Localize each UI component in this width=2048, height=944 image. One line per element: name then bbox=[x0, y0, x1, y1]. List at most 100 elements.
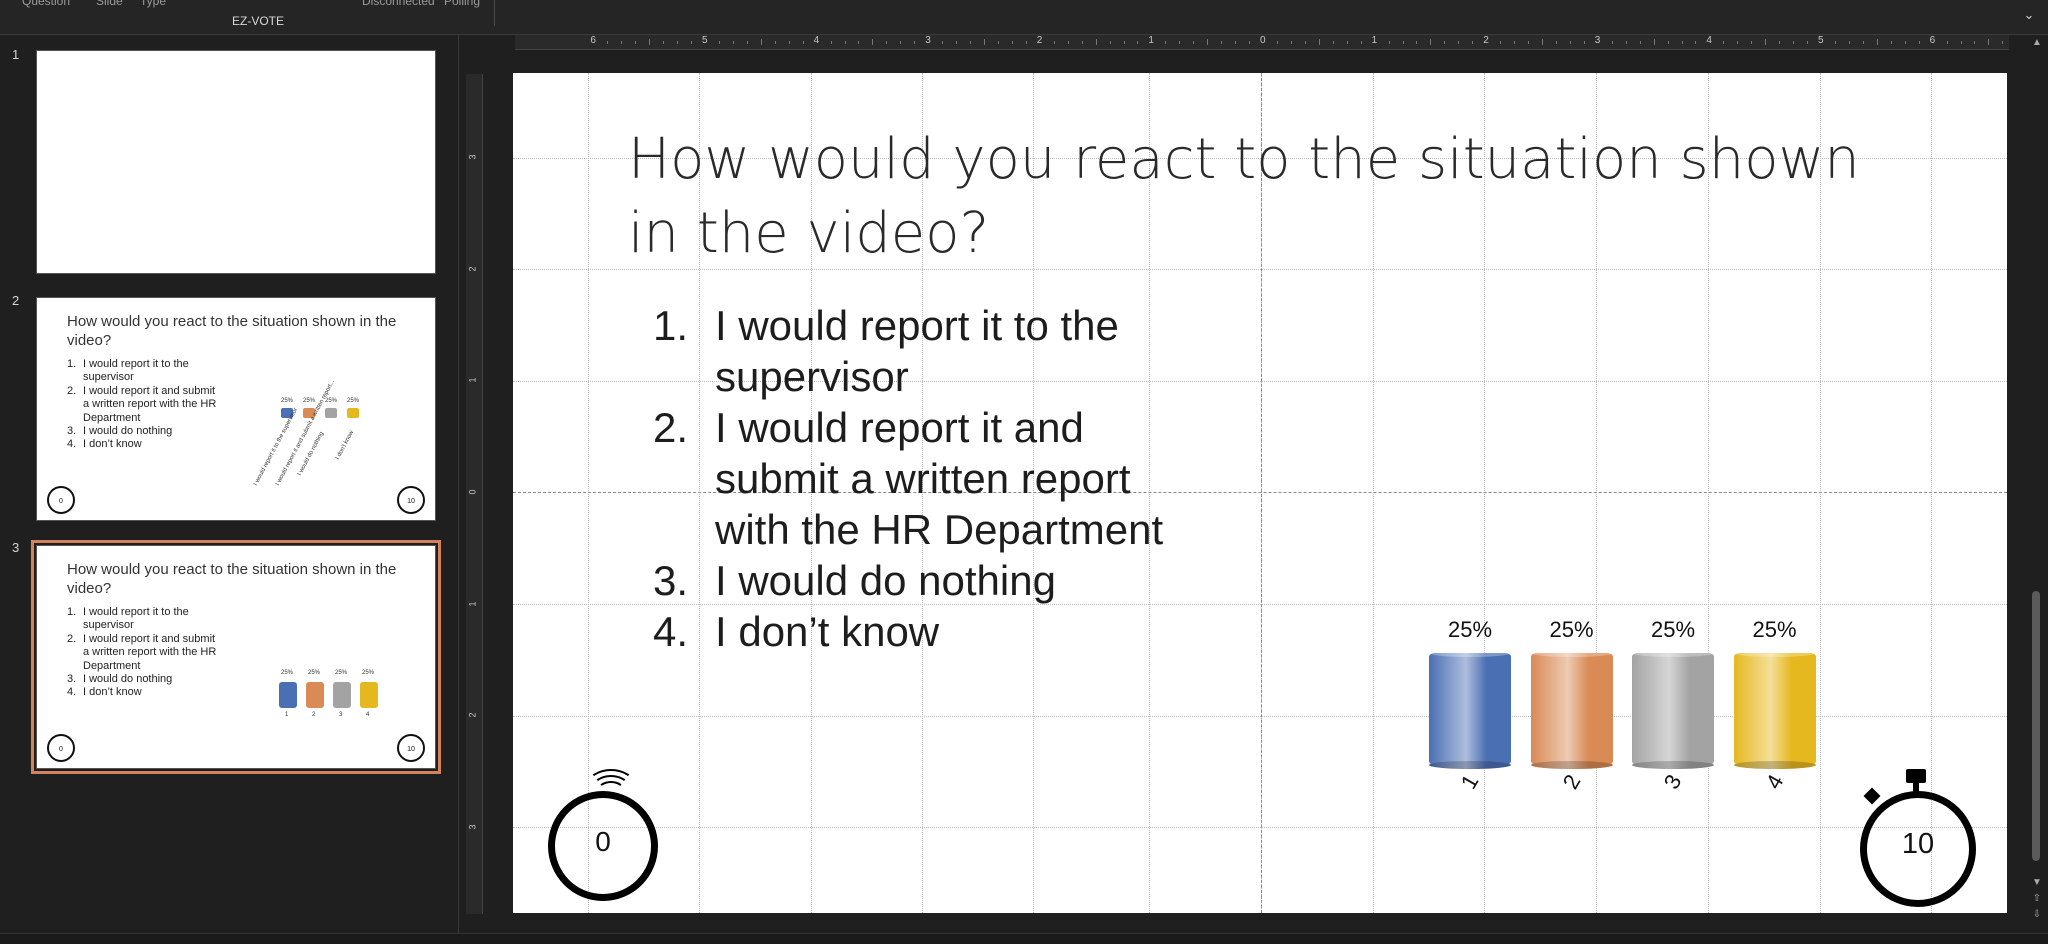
ruler-tick bbox=[1193, 41, 1195, 44]
thumbnail-list: 1. I would report it to the supervisor 2.… bbox=[67, 606, 217, 700]
thumbnail-bar bbox=[279, 682, 297, 708]
slide-thumbnail-1[interactable] bbox=[36, 50, 436, 274]
vertical-scrollbar[interactable]: ▲ ▼ ⇧ ⇩ bbox=[2028, 35, 2048, 933]
thumbnail-title: How would you react to the situation sho… bbox=[67, 313, 397, 349]
slide-thumbnail-2[interactable]: How would you react to the situation sho… bbox=[36, 297, 436, 521]
thumbnail-bar-label: 3 bbox=[339, 712, 343, 718]
list-item: 4. I don’t know bbox=[67, 438, 142, 451]
ruler-tick bbox=[1067, 41, 1069, 44]
ruler-tick bbox=[1569, 41, 1571, 44]
ruler-tick bbox=[1011, 41, 1013, 44]
ribbon-slide-label[interactable]: Slide bbox=[96, 0, 123, 8]
ruler-tick bbox=[1583, 41, 1585, 44]
ribbon: Question Slide Type Disconnected Polling… bbox=[0, 0, 2048, 35]
ruler-tick bbox=[760, 39, 762, 45]
ruler-tick bbox=[1318, 39, 1320, 45]
countdown-timer[interactable]: 10 bbox=[1860, 791, 1976, 907]
slide-canvas[interactable]: How would you react to the situation sho… bbox=[513, 73, 2007, 913]
ribbon-question-label[interactable]: Question bbox=[22, 0, 70, 8]
ruler-tick bbox=[1416, 41, 1418, 44]
ruler-tick bbox=[774, 41, 776, 44]
ruler-tick bbox=[872, 39, 874, 45]
scroll-down-icon[interactable]: ▼ bbox=[2031, 877, 2043, 889]
scrollbar-thumb[interactable] bbox=[2032, 591, 2040, 861]
ruler-tick bbox=[1751, 41, 1753, 44]
horizontal-ruler[interactable]: 6 5 4 3 2 1 0 1 2 3 4 5 6 bbox=[515, 35, 2009, 50]
data-label: 25% bbox=[1650, 617, 1696, 642]
thumbnail-bar-label: 1 bbox=[285, 712, 289, 718]
grid-line bbox=[1931, 73, 1932, 913]
slide-thumbnail-3[interactable]: How would you react to the situation sho… bbox=[31, 540, 441, 774]
list-item: 2. I would report it and submit a written… bbox=[67, 384, 217, 424]
ruler-tick bbox=[984, 39, 985, 45]
thumbnail-timer-left: 0 bbox=[47, 486, 75, 514]
bar-4 bbox=[1733, 649, 1816, 765]
next-slide-icon[interactable]: ⇩ bbox=[2031, 909, 2043, 921]
ruler-tick bbox=[1946, 41, 1948, 44]
ruler-tick bbox=[2002, 41, 2004, 44]
ruler-tick bbox=[1834, 41, 1836, 44]
ruler-number: 2 bbox=[467, 266, 478, 272]
answer-list[interactable]: 1. I would report it to the supervisor 2.… bbox=[653, 300, 1173, 657]
ruler-tick bbox=[997, 41, 999, 44]
ruler-tick bbox=[1974, 41, 1976, 44]
ruler-number: 6 bbox=[1929, 35, 1936, 46]
ruler-number: 3 bbox=[467, 824, 478, 830]
stopwatch-button bbox=[1863, 787, 1881, 805]
ribbon-type-label[interactable]: Type bbox=[140, 0, 166, 8]
ribbon-group-label: EZ-VOTE bbox=[232, 14, 285, 28]
slide-title[interactable]: How would you react to the situation sho… bbox=[628, 123, 1928, 271]
ruler-tick bbox=[691, 41, 693, 44]
ruler-tick bbox=[956, 41, 958, 44]
ruler-tick bbox=[1332, 41, 1334, 44]
response-counter[interactable]: 0 bbox=[548, 791, 658, 901]
ruler-number: 2 bbox=[1036, 35, 1043, 46]
ruler-tick bbox=[1653, 39, 1655, 45]
ruler-tick bbox=[746, 41, 748, 44]
thumbnail-bar bbox=[347, 408, 359, 418]
ruler-tick bbox=[1109, 41, 1111, 44]
answer-item: 1. I would report it to the supervisor bbox=[653, 302, 1119, 400]
ruler-tick bbox=[663, 41, 665, 44]
thumbnail-bar bbox=[333, 682, 351, 708]
answer-item: 2. I would report it and submit a written… bbox=[653, 404, 1164, 553]
list-item: 1. I would report it to the supervisor bbox=[67, 606, 189, 632]
ribbon-separator bbox=[494, 0, 495, 26]
ruler-tick bbox=[1235, 41, 1237, 44]
ruler-tick bbox=[1862, 41, 1864, 44]
ruler-number: 5 bbox=[1818, 35, 1824, 46]
answer-item: 3. I would do nothing bbox=[653, 557, 1056, 604]
ruler-tick bbox=[635, 41, 637, 44]
ruler-tick bbox=[649, 39, 651, 45]
slide-thumbnail-pane: 1 2 How would you react to the situation… bbox=[0, 35, 459, 933]
ribbon-polling-label[interactable]: Polling bbox=[444, 0, 480, 8]
ruler-number: 0 bbox=[1260, 35, 1266, 46]
results-chart[interactable]: 25% 1 25% 2 25% 3 25% 4 bbox=[1403, 533, 1843, 803]
ruler-tick bbox=[621, 41, 623, 44]
thumbnail-bar-label: 4 bbox=[366, 712, 370, 718]
ruler-number: 3 bbox=[467, 154, 478, 160]
previous-slide-icon[interactable]: ⇧ bbox=[2031, 893, 2043, 905]
ribbon-collapse-icon[interactable]: ⌄ bbox=[2022, 8, 2036, 22]
countdown-value: 10 bbox=[1901, 828, 1935, 860]
ruler-tick bbox=[1723, 41, 1725, 44]
data-label: 25% bbox=[1549, 617, 1594, 642]
ruler-tick bbox=[1514, 41, 1516, 44]
ruler-tick bbox=[1793, 41, 1795, 44]
ruler-tick bbox=[914, 41, 916, 44]
ruler-tick bbox=[1848, 41, 1850, 44]
ruler-tick bbox=[1290, 41, 1292, 44]
response-count: 0 bbox=[595, 826, 611, 857]
ruler-number: 1 bbox=[467, 377, 478, 383]
list-item: 3. I would do nothing bbox=[67, 425, 173, 438]
ruler-tick bbox=[1625, 41, 1627, 44]
ruler-tick bbox=[1304, 41, 1306, 44]
vertical-ruler[interactable]: 3 2 1 0 1 2 3 bbox=[466, 74, 483, 914]
answer-item: 4. I don’t know bbox=[653, 608, 940, 655]
ruler-tick bbox=[1095, 39, 1097, 45]
thumbnail-title: How would you react to the situation sho… bbox=[67, 561, 397, 597]
thumbnail-bar-label: 2 bbox=[312, 712, 316, 718]
ruler-number: 5 bbox=[702, 35, 708, 46]
grid-line bbox=[513, 827, 2007, 828]
scroll-up-icon[interactable]: ▲ bbox=[2031, 37, 2043, 49]
